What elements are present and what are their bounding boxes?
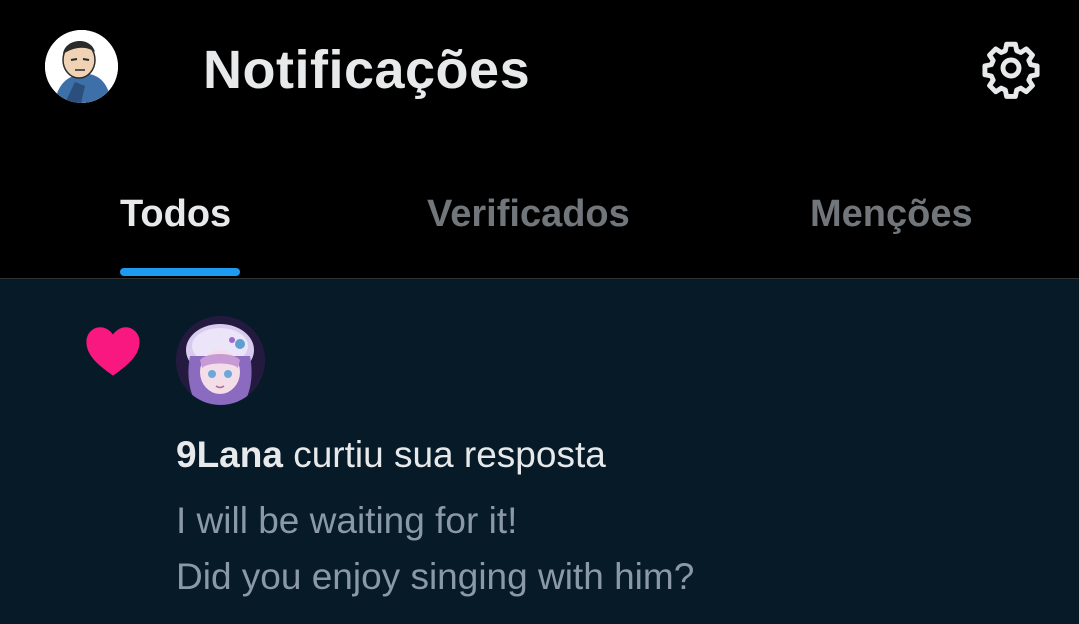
notification-text-line: I will be waiting for it! [176,500,518,541]
tab-bar: Todos Verificados Menções [0,170,1079,278]
gear-icon [982,41,1040,99]
settings-button[interactable] [980,37,1042,99]
user-avatar[interactable] [176,316,265,405]
notification-action: curtiu sua resposta [293,434,606,475]
tab-mencoes[interactable]: Menções [810,190,973,238]
notifications-screen: Notificações Todos Verificados Menções 9… [0,0,1079,624]
notification-item[interactable]: 9Lana curtiu sua resposta I will be wait… [0,279,1079,624]
header: Notificações [0,0,1079,140]
notification-headline: 9Lana curtiu sua resposta [176,431,606,479]
heart-icon [84,323,142,377]
page-title: Notificações [203,40,531,100]
tab-todos[interactable]: Todos [120,190,231,238]
user-avatar-icon [176,316,265,405]
tab-verificados[interactable]: Verificados [427,190,630,238]
notification-text-line: Did you enjoy singing with him? [176,556,695,597]
user-avatar-icon [45,30,118,103]
profile-avatar[interactable] [45,30,118,103]
notification-username[interactable]: 9Lana [176,434,283,475]
active-tab-indicator [120,268,240,276]
